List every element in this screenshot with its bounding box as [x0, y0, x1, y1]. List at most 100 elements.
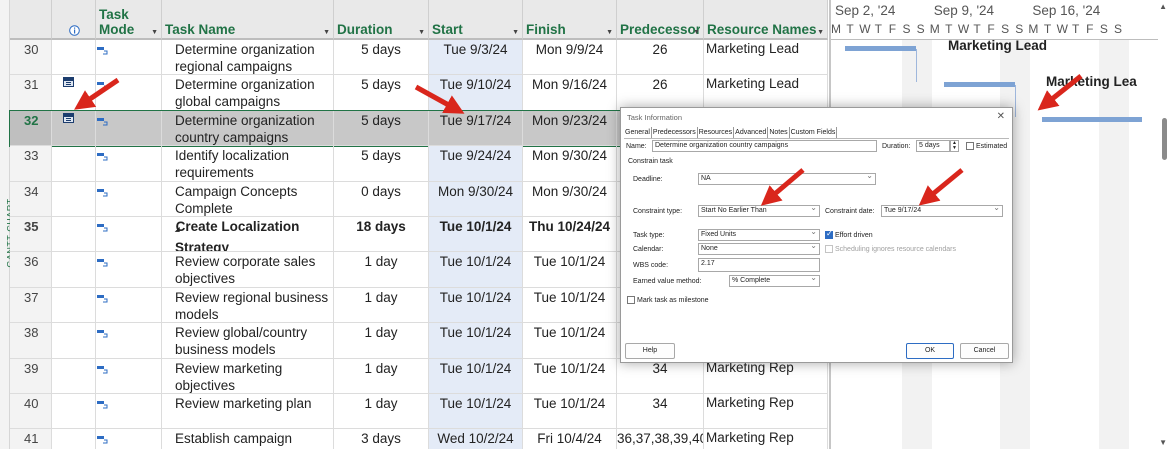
- filter-arrow-icon[interactable]: ▼: [606, 29, 613, 36]
- task-mode-cell[interactable]: [96, 323, 162, 359]
- indicator-cell[interactable]: [52, 358, 96, 394]
- table-row[interactable]: 30 Determine organization regional campai…: [10, 40, 828, 76]
- filter-arrow-icon[interactable]: ▼: [693, 29, 700, 36]
- finish-cell[interactable]: Tue 10/1/24: [523, 287, 617, 324]
- row-id-header[interactable]: [10, 0, 52, 40]
- task-mode-cell[interactable]: [96, 217, 162, 253]
- gantt-task-bar[interactable]: [1042, 117, 1142, 122]
- task-mode-cell[interactable]: [96, 252, 162, 288]
- task-mode-cell[interactable]: [96, 146, 162, 182]
- resource-names-header[interactable]: Resource Names ▼: [704, 0, 828, 40]
- duration-cell[interactable]: 18 days: [334, 217, 429, 253]
- start-cell[interactable]: Tue 10/1/24: [429, 287, 523, 324]
- predecessors-cell[interactable]: 34: [617, 358, 704, 394]
- effort-driven-checkbox[interactable]: [825, 229, 833, 239]
- duration-cell[interactable]: 1 day: [334, 252, 429, 288]
- predecessors-cell[interactable]: 26: [617, 75, 704, 111]
- tab-custom-fields[interactable]: Custom Fields: [790, 127, 838, 138]
- vertical-scrollbar[interactable]: ▲ ▼: [1158, 0, 1169, 449]
- task-type-select[interactable]: Fixed Units: [698, 229, 820, 241]
- resource-names-cell[interactable]: Marketing Rep: [704, 394, 828, 430]
- indicator-cell[interactable]: [52, 181, 96, 217]
- row-id[interactable]: 39: [10, 358, 52, 394]
- constraint-type-select[interactable]: Start No Earlier Than: [698, 205, 820, 217]
- wbs-code-field[interactable]: 2.17: [698, 258, 820, 272]
- indicator-cell[interactable]: [52, 146, 96, 182]
- resource-names-cell[interactable]: Marketing Lead: [704, 40, 828, 76]
- task-name-cell[interactable]: Review global/country business models: [162, 323, 334, 359]
- duration-cell[interactable]: 5 days: [334, 146, 429, 182]
- row-id[interactable]: 36: [10, 252, 52, 288]
- duration-cell[interactable]: 5 days: [334, 40, 429, 76]
- row-id[interactable]: 35: [10, 217, 52, 253]
- task-mode-cell[interactable]: [96, 287, 162, 324]
- tab-notes[interactable]: Notes: [768, 127, 790, 138]
- close-icon[interactable]: ✕: [997, 111, 1005, 122]
- gantt-task-bar[interactable]: [845, 46, 916, 51]
- task-name-cell[interactable]: Review regional business models: [162, 287, 334, 324]
- start-cell[interactable]: Tue 9/10/24: [429, 75, 523, 111]
- tab-resources[interactable]: Resources: [698, 127, 735, 138]
- task-name-cell[interactable]: Campaign Concepts Complete: [162, 181, 334, 217]
- indicator-cell[interactable]: [52, 429, 96, 449]
- task-name-cell[interactable]: Review marketing objectives: [162, 358, 334, 394]
- task-name-cell[interactable]: Review corporate sales objectives: [162, 252, 334, 288]
- deadline-select[interactable]: NA: [698, 173, 876, 185]
- estimated-checkbox[interactable]: [966, 142, 974, 150]
- finish-cell[interactable]: Mon 9/30/24: [523, 181, 617, 217]
- indicators-header[interactable]: [52, 0, 96, 40]
- task-name-cell[interactable]: Identify localization requirements: [162, 146, 334, 182]
- finish-cell[interactable]: Mon 9/30/24: [523, 146, 617, 182]
- indicator-cell[interactable]: [52, 110, 96, 147]
- constraint-date-select[interactable]: Tue 9/17/24: [881, 205, 1003, 217]
- duration-header[interactable]: Duration ▼: [334, 0, 429, 40]
- earned-value-select[interactable]: % Complete: [729, 275, 820, 287]
- task-name-cell[interactable]: Determine organization country campaigns: [162, 110, 334, 147]
- row-id[interactable]: 37: [10, 287, 52, 324]
- task-name-field[interactable]: Determine organization country campaigns: [652, 140, 877, 152]
- task-name-cell[interactable]: Determine organization global campaigns: [162, 75, 334, 111]
- task-name-cell[interactable]: Review marketing plan: [162, 394, 334, 430]
- start-cell[interactable]: Wed 10/2/24: [429, 429, 523, 449]
- predecessors-cell[interactable]: 26: [617, 40, 704, 76]
- task-mode-cell[interactable]: [96, 110, 162, 147]
- task-name-cell[interactable]: Establish campaign opportunities: [162, 429, 334, 449]
- predecessors-cell[interactable]: 36,37,38,39,40: [617, 429, 704, 449]
- resource-names-cell[interactable]: Marketing Rep: [704, 358, 828, 394]
- tab-advanced[interactable]: Advanced: [734, 127, 769, 138]
- table-row[interactable]: 40 Review marketing plan 1 day Tue 10/1/24 T…: [10, 394, 828, 430]
- filter-arrow-icon[interactable]: ▼: [817, 29, 824, 36]
- row-id[interactable]: 33: [10, 146, 52, 182]
- tab-predecessors[interactable]: Predecessors: [652, 127, 698, 138]
- indicator-cell[interactable]: [52, 323, 96, 359]
- filter-arrow-icon[interactable]: ▼: [512, 29, 519, 36]
- tab-general[interactable]: General: [624, 127, 652, 138]
- predecessors-cell[interactable]: 34: [617, 394, 704, 430]
- task-mode-cell[interactable]: [96, 429, 162, 449]
- start-cell[interactable]: Tue 9/24/24: [429, 146, 523, 182]
- duration-cell[interactable]: 1 day: [334, 394, 429, 430]
- task-name-header[interactable]: Task Name ▼: [162, 0, 334, 40]
- task-mode-cell[interactable]: [96, 394, 162, 430]
- task-mode-header[interactable]: Task Mode ▼: [96, 0, 162, 40]
- duration-field[interactable]: 5 days: [916, 140, 950, 152]
- start-cell[interactable]: Tue 10/1/24: [429, 252, 523, 288]
- gantt-task-bar[interactable]: [944, 82, 1015, 87]
- start-cell[interactable]: Tue 9/17/24: [429, 110, 523, 147]
- finish-cell[interactable]: Mon 9/9/24: [523, 40, 617, 76]
- calendar-select[interactable]: None: [698, 243, 820, 255]
- start-cell[interactable]: Tue 10/1/24: [429, 358, 523, 394]
- finish-cell[interactable]: Tue 10/1/24: [523, 323, 617, 359]
- indicator-cell[interactable]: [52, 75, 96, 111]
- duration-cell[interactable]: 5 days: [334, 110, 429, 147]
- task-name-cell[interactable]: Determine organization regional campaign…: [162, 40, 334, 76]
- start-header[interactable]: Start ▼: [429, 0, 523, 40]
- table-row[interactable]: 39 Review marketing objectives 1 day Tue 10…: [10, 358, 828, 394]
- row-id[interactable]: 32: [10, 110, 52, 147]
- task-mode-cell[interactable]: [96, 40, 162, 76]
- task-mode-cell[interactable]: [96, 181, 162, 217]
- task-mode-cell[interactable]: [96, 75, 162, 111]
- start-cell[interactable]: Tue 10/1/24: [429, 394, 523, 430]
- duration-cell[interactable]: 1 day: [334, 358, 429, 394]
- row-id[interactable]: 34: [10, 181, 52, 217]
